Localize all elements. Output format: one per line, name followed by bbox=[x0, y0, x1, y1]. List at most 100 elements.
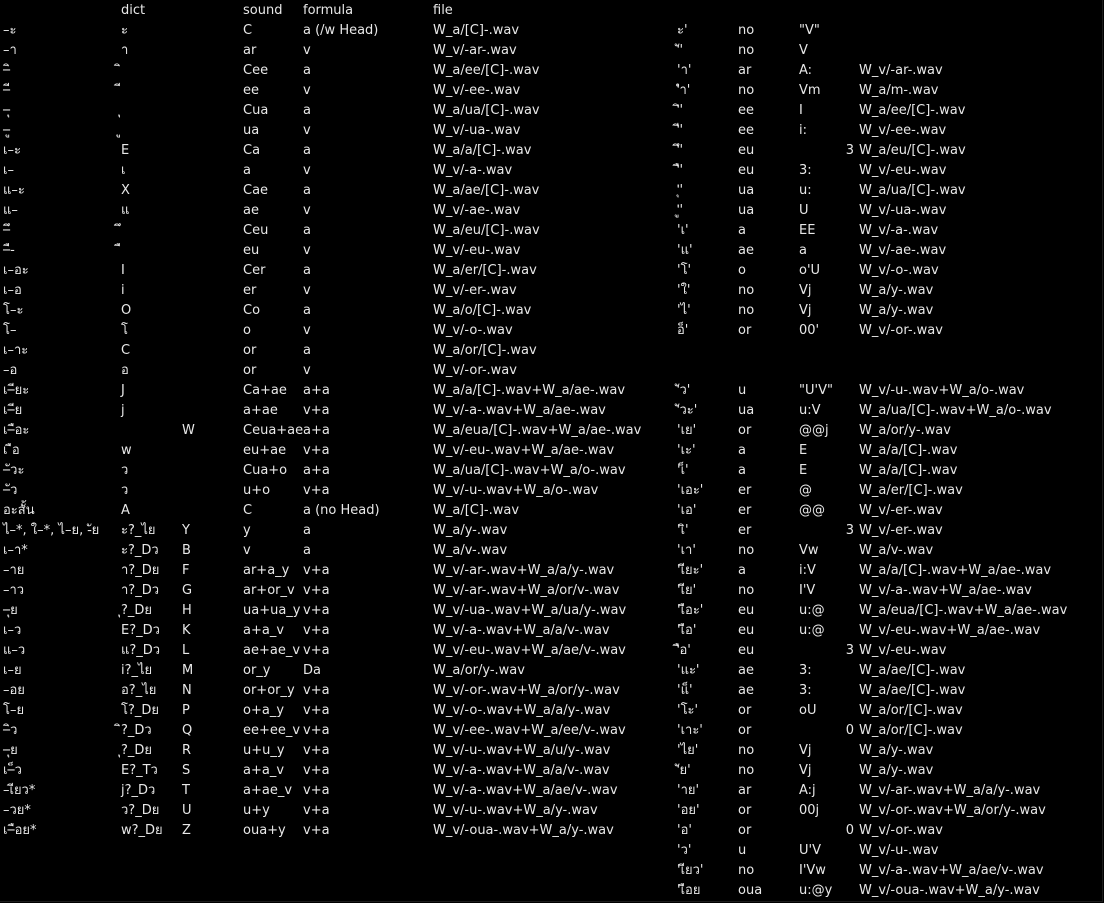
cell-vowel-mark: 'แ็' bbox=[677, 683, 693, 698]
cell-sound: or bbox=[738, 703, 752, 718]
cell-phoneme: i:V bbox=[799, 563, 816, 578]
cell-phoneme: u:V bbox=[799, 403, 821, 418]
cell-file: W_a/ae/[C]-.wav bbox=[859, 663, 966, 678]
cell-phoneme: u:@ bbox=[799, 603, 825, 618]
cell-file: W_v/-eu-.wav bbox=[859, 643, 947, 658]
table-row: 'อ' or 0 W_v/-or-.wav bbox=[0, 821, 1104, 841]
cell-vowel-mark: 'ไ' bbox=[677, 303, 691, 318]
cell-vowel-mark: 'แ' bbox=[677, 243, 693, 258]
table-row: 'ื' eu 3: W_v/-eu-.wav bbox=[0, 161, 1104, 181]
cell-sound: a bbox=[738, 463, 746, 478]
table-row bbox=[0, 361, 1104, 381]
header-formula: formula bbox=[303, 3, 354, 18]
table-row: 'เอ' er @@ W_v/-er-.wav bbox=[0, 501, 1104, 521]
table-row: 'เียะ' a i:V W_a/a/[C]-.wav+W_a/ae-.wav bbox=[0, 561, 1104, 581]
cell-phoneme: 00j bbox=[799, 803, 820, 818]
cell-phoneme: Vj bbox=[799, 763, 812, 778]
cell-phoneme: "U'V" bbox=[799, 383, 833, 398]
cell-phoneme: 3: bbox=[799, 163, 812, 178]
cell-file: W_v/-u-.wav+W_a/o-.wav bbox=[859, 383, 1025, 398]
cell-sound: ae bbox=[738, 243, 754, 258]
table-row: อ็' or 00' W_v/-or-.wav bbox=[0, 321, 1104, 341]
cell-vowel-mark: 'ัว' bbox=[677, 383, 691, 398]
table-row: 'เา' no Vw W_a/v-.wav bbox=[0, 541, 1104, 561]
table-row: 'เือะ' eu u:@ W_a/eua/[C]-.wav+W_a/ae-.wav bbox=[0, 601, 1104, 621]
cell-sound: eu bbox=[738, 143, 755, 158]
cell-phoneme: Vj bbox=[799, 303, 812, 318]
cell-phoneme: 3: bbox=[799, 663, 812, 678]
cell-file: W_v/-ua-.wav bbox=[859, 203, 947, 218]
cell-phoneme: A: bbox=[799, 63, 813, 78]
cell-phoneme: u: bbox=[799, 183, 812, 198]
cell-file: W_v/-ar-.wav+W_a/a/y-.wav bbox=[859, 783, 1041, 798]
cell-sound: ua bbox=[738, 183, 755, 198]
cell-vowel-mark: 'ิ' bbox=[677, 103, 684, 118]
cell-vowel-mark: 'ำ' bbox=[677, 83, 691, 98]
cell-sound: or bbox=[738, 803, 752, 818]
cell-vowel-mark: 'เย' bbox=[677, 423, 697, 438]
cell-sound: no bbox=[738, 543, 755, 558]
cell-sound: a bbox=[738, 443, 746, 458]
cell-phoneme: EE bbox=[799, 223, 816, 238]
table-row: 'ู' ua U W_v/-ua-.wav bbox=[0, 201, 1104, 221]
cell-vowel-mark: 'แะ' bbox=[677, 663, 700, 678]
table-row: ะ' no "V" bbox=[0, 21, 1104, 41]
table-row: 'ุ' ua u: W_a/ua/[C]-.wav bbox=[0, 181, 1104, 201]
cell-sound: no bbox=[738, 283, 755, 298]
cell-sound: ae bbox=[738, 663, 754, 678]
cell-file: W_v/-ae-.wav bbox=[859, 243, 947, 258]
cell-sound: ee bbox=[738, 103, 754, 118]
header-file: file bbox=[433, 3, 453, 18]
table-row: 'ใ' no Vj W_a/y-.wav bbox=[0, 281, 1104, 301]
cell-sound: o bbox=[738, 263, 746, 278]
cell-sound: er bbox=[738, 523, 752, 538]
cell-sound: ae bbox=[738, 683, 754, 698]
cell-vowel-mark: 'อย' bbox=[677, 803, 700, 818]
cell-sound: no bbox=[738, 583, 755, 598]
cell-file: W_v/-oua-.wav+W_a/y-.wav bbox=[859, 883, 1040, 898]
cell-phoneme: Vj bbox=[799, 743, 812, 758]
cell-vowel-mark: 'เอ' bbox=[677, 503, 697, 518]
cell-phoneme: i: bbox=[799, 123, 807, 138]
table-row: 'เิ' er 3 W_v/-er-.wav bbox=[0, 521, 1104, 541]
cell-sound: a bbox=[738, 563, 746, 578]
cell-vowel-mark: 'า' bbox=[677, 63, 692, 78]
cell-phoneme: I bbox=[799, 103, 803, 118]
cell-sound: er bbox=[738, 503, 752, 518]
header-sound: sound bbox=[243, 3, 283, 18]
cell-file: W_v/-eu-.wav bbox=[859, 163, 947, 178]
cell-sound: ee bbox=[738, 123, 754, 138]
table-row: 'ือ' eu 3 W_v/-eu-.wav bbox=[0, 641, 1104, 661]
table-row: 'ั' no V bbox=[0, 41, 1104, 61]
table-row: 'เือย oua u:@y W_v/-oua-.wav+W_a/y-.wav bbox=[0, 881, 1104, 901]
cell-phoneme: 00' bbox=[799, 323, 820, 338]
table-row: 'ัย' no Vj W_a/y-.wav bbox=[0, 761, 1104, 781]
cell-file: W_v/-ee-.wav bbox=[859, 123, 947, 138]
table-row: 'แ' ae a W_v/-ae-.wav bbox=[0, 241, 1104, 261]
cell-vowel-mark: 'ื' bbox=[677, 163, 684, 178]
cell-file: W_v/-or-.wav bbox=[859, 823, 943, 838]
cell-vowel-mark: 'เา' bbox=[677, 543, 696, 558]
cell-sound: no bbox=[738, 83, 755, 98]
cell-vowel-mark: 'ไย' bbox=[677, 743, 699, 758]
cell-file: W_a/eua/[C]-.wav+W_a/ae-.wav bbox=[859, 603, 1068, 618]
cell-phoneme: @@ bbox=[799, 503, 825, 518]
cell-vowel-mark: 'ั' bbox=[677, 43, 684, 58]
cell-vowel-mark: 'เีย' bbox=[677, 583, 697, 598]
cell-vowel-mark: 'เ' bbox=[677, 223, 689, 238]
cell-file: W_a/ua/[C]-.wav+W_a/o-.wav bbox=[859, 403, 1052, 418]
table-row: 'ึ' eu 3 W_a/eu/[C]-.wav bbox=[0, 141, 1104, 161]
table-row: 'แ็' ae 3: W_a/ae/[C]-.wav bbox=[0, 681, 1104, 701]
cell-file: W_a/ua/[C]-.wav bbox=[859, 183, 966, 198]
table-row: 'เย' or @@j W_a/or/y-.wav bbox=[0, 421, 1104, 441]
cell-sound: a bbox=[738, 223, 746, 238]
table-row: 'เาะ' or 0 W_a/or/[C]-.wav bbox=[0, 721, 1104, 741]
cell-file: W_a/y-.wav bbox=[859, 303, 934, 318]
table-row: 'เ' a EE W_v/-a-.wav bbox=[0, 221, 1104, 241]
cell-file: W_a/y-.wav bbox=[859, 743, 934, 758]
table-row: 'เอะ' er @ W_a/er/[C]-.wav bbox=[0, 481, 1104, 501]
cell-vowel-mark: 'ู' bbox=[677, 203, 684, 218]
cell-phoneme: Vm bbox=[799, 83, 821, 98]
cell-value: 0 bbox=[845, 823, 854, 838]
cell-vowel-mark: 'เิ' bbox=[677, 523, 689, 538]
